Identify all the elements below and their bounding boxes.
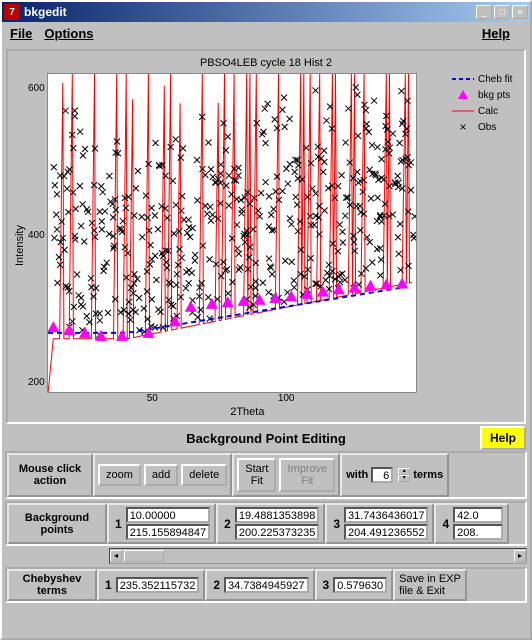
legend: Cheb fit bkg pts Calc × Obs (452, 73, 520, 418)
bg-scrollbar[interactable]: ◂ ▸ (109, 548, 527, 564)
improve-fit-button[interactable]: Improve Fit (279, 458, 335, 492)
menu-file[interactable]: File (10, 26, 32, 41)
bg-point-index: 3 (331, 517, 342, 531)
cheb-term-cell: 1 235.352115732 (97, 569, 205, 601)
cheb-term-index: 3 (321, 578, 332, 592)
bg-point-x[interactable]: 42.0 (453, 507, 503, 523)
terms-spinner[interactable]: ▴▾ (398, 468, 410, 482)
titlebar[interactable]: 7 bkgedit _ □ × (2, 2, 530, 22)
mouse-action-row: Mouse click action zoom add delete Start… (5, 451, 527, 499)
scroll-left-icon[interactable]: ◂ (110, 550, 122, 562)
app-window: 7 bkgedit _ □ × File Options Help PBSO4L… (0, 0, 532, 640)
add-button[interactable]: add (144, 464, 178, 486)
cheb-term-value[interactable]: 235.352115732 (116, 577, 200, 593)
bg-point-x[interactable]: 19.4881353898 (235, 507, 319, 523)
app-icon: 7 (4, 4, 20, 20)
maximize-button[interactable]: □ (494, 5, 510, 19)
bg-point-y[interactable]: 208. (453, 524, 503, 540)
bg-points-label: Background points (7, 503, 107, 544)
minimize-button[interactable]: _ (476, 5, 492, 19)
mouse-action-label: Mouse click action (7, 453, 93, 497)
menu-help[interactable]: Help (482, 26, 510, 41)
plot-canvas[interactable] (47, 73, 417, 393)
cheb-term-index: 2 (211, 578, 222, 592)
help-button[interactable]: Help (480, 426, 526, 450)
bg-point-y[interactable]: 215.155894847 (126, 524, 210, 540)
x-axis-label: 2Theta (47, 406, 448, 418)
cheb-term-value[interactable]: 0.579630 (333, 577, 387, 593)
bg-point-x[interactable]: 10.00000 (126, 507, 210, 523)
bg-point-y[interactable]: 204.491236552 (344, 524, 428, 540)
bg-point-cell: 2 19.4881353898 200.225373235 (216, 503, 325, 544)
panel-title: Background Point Editing (2, 428, 530, 449)
bg-point-cell: 4 42.0 208. (434, 503, 509, 544)
chart-area: PBSO4LEB cycle 18 Hist 2 Intensity 600 4… (6, 49, 526, 424)
background-points-row: Background points 1 10.00000 215.1558948… (5, 501, 527, 546)
cheb-term-cell: 3 0.579630 (315, 569, 394, 601)
scroll-right-icon[interactable]: ▸ (514, 550, 526, 562)
close-button[interactable]: × (512, 5, 528, 19)
window-title: bkgedit (24, 5, 476, 19)
start-fit-button[interactable]: Start Fit (237, 458, 276, 492)
terms-label: terms (413, 469, 443, 481)
with-label: with (346, 469, 368, 481)
bg-point-x[interactable]: 31.7436436017 (344, 507, 428, 523)
bg-point-index: 4 (440, 517, 451, 531)
bg-point-cell: 3 31.7436436017 204.491236552 (325, 503, 434, 544)
bg-point-y[interactable]: 200.225373235 (235, 524, 319, 540)
y-ticks: 600 400 200 (28, 73, 47, 418)
legend-calc: Calc (452, 105, 520, 117)
save-exp-button[interactable]: Save in EXP file & Exit (393, 569, 467, 601)
bg-point-index: 1 (113, 517, 124, 531)
cheb-term-value[interactable]: 34.7384945927 (224, 577, 308, 593)
y-axis-label: Intensity (12, 73, 28, 418)
delete-button[interactable]: delete (181, 464, 227, 486)
legend-cheb-fit: Cheb fit (452, 73, 520, 85)
menubar: File Options Help (2, 22, 530, 45)
cheb-term-index: 1 (103, 578, 114, 592)
bg-point-index: 2 (222, 517, 233, 531)
chebyshev-row: Chebyshev terms 1 235.352115732 2 34.738… (5, 567, 527, 603)
zoom-button[interactable]: zoom (98, 464, 141, 486)
legend-obs: × Obs (452, 121, 520, 133)
legend-bkg-pts: bkg pts (452, 89, 520, 101)
chart-title: PBSO4LEB cycle 18 Hist 2 (12, 57, 520, 69)
scroll-thumb[interactable] (124, 550, 164, 562)
bg-point-cell: 1 10.00000 215.155894847 (107, 503, 216, 544)
terms-count-field[interactable]: 6 (371, 467, 393, 483)
menu-options[interactable]: Options (44, 26, 93, 41)
cheb-label: Chebyshev terms (7, 569, 97, 601)
cheb-term-cell: 2 34.7384945927 (205, 569, 314, 601)
